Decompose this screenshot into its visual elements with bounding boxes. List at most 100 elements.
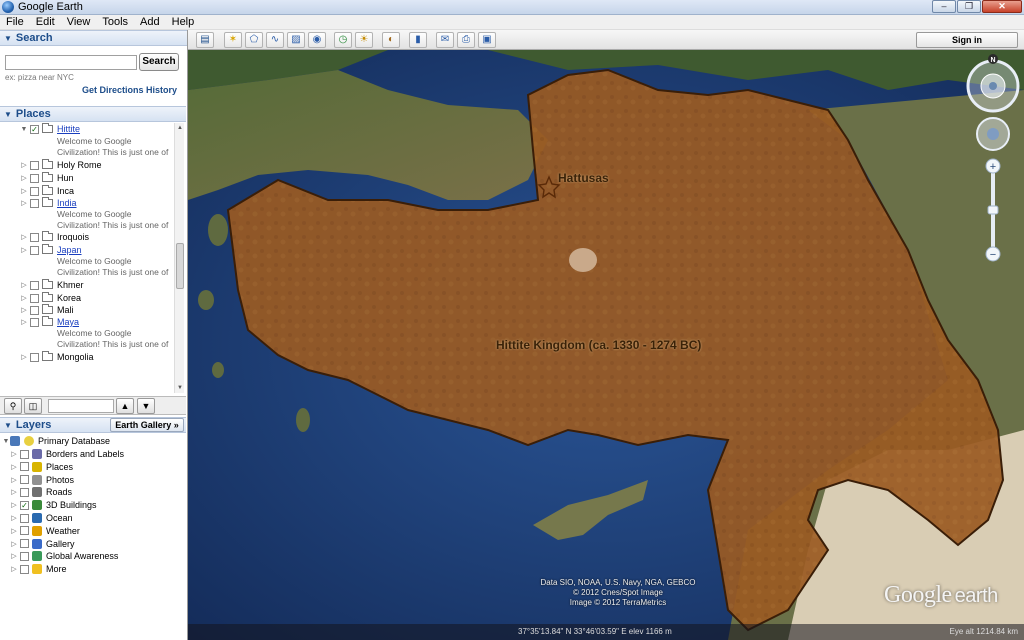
menu-file[interactable]: File [0, 16, 30, 28]
menu-view[interactable]: View [61, 16, 97, 28]
expand-arrow-icon[interactable]: ▼ [20, 126, 28, 133]
expand-arrow-icon[interactable]: ▷ [20, 233, 28, 241]
place-label[interactable]: Khmer [57, 280, 84, 290]
checkbox[interactable] [30, 293, 39, 303]
checkbox[interactable] [20, 475, 29, 485]
checkbox[interactable] [30, 198, 39, 208]
places-filter-input[interactable] [48, 399, 114, 413]
expand-arrow-icon[interactable]: ▷ [20, 353, 28, 361]
expand-arrow-icon[interactable]: ▷ [10, 552, 18, 560]
map-view[interactable]: Hattusas Hittite Kingdom (ca. 1330 - 127… [188, 50, 1024, 640]
checkbox[interactable] [30, 186, 39, 196]
expand-arrow-icon[interactable]: ▷ [20, 199, 28, 207]
kingdom-label[interactable]: Hittite Kingdom (ca. 1330 - 1274 BC) [496, 338, 701, 352]
menu-add[interactable]: Add [134, 16, 166, 28]
layer-item[interactable]: ▷ Photos [10, 474, 74, 486]
layer-item[interactable]: ▷ Places [10, 461, 73, 473]
place-item-mongolia[interactable]: ▷ Mongolia [0, 351, 94, 363]
place-label[interactable]: India [57, 198, 77, 208]
menu-help[interactable]: Help [166, 16, 201, 28]
checkbox[interactable] [30, 232, 39, 242]
toggle-view-button[interactable]: ◫ [24, 398, 42, 414]
print-icon[interactable]: ⎙ [457, 32, 475, 48]
place-label[interactable]: Mongolia [57, 352, 94, 362]
expand-arrow-icon[interactable]: ▷ [10, 514, 18, 522]
layer-item[interactable]: ▷ Gallery [10, 538, 75, 550]
place-item-hittite[interactable]: ▼ ✓ Hittite [0, 123, 80, 135]
expand-arrow-icon[interactable]: ▼ [2, 438, 10, 445]
historical-imagery-icon[interactable]: ◷ [334, 32, 352, 48]
close-button[interactable]: ✕ [982, 0, 1022, 13]
zoom-thumb[interactable] [987, 205, 999, 215]
layer-label[interactable]: Gallery [46, 539, 75, 549]
checkbox[interactable] [20, 449, 29, 459]
move-up-button[interactable]: ▲ [116, 398, 134, 414]
place-item-japan[interactable]: ▷ Japan [0, 244, 82, 256]
place-label[interactable]: Korea [57, 293, 81, 303]
place-item-holy-rome[interactable]: ▷ Holy Rome [0, 159, 102, 171]
search-places-button[interactable]: ⚲ [4, 398, 22, 414]
earth-gallery-button[interactable]: Earth Gallery » [110, 418, 184, 432]
layer-item[interactable]: ▷ Weather [10, 525, 80, 537]
layer-label[interactable]: Places [46, 462, 73, 472]
scroll-up-arrow-icon[interactable]: ▲ [175, 125, 185, 131]
menu-edit[interactable]: Edit [30, 16, 61, 28]
checkbox[interactable] [20, 526, 29, 536]
place-label[interactable]: Inca [57, 186, 74, 196]
sign-in-button[interactable]: Sign in [916, 32, 1018, 48]
layer-item[interactable]: ▷ Ocean [10, 512, 73, 524]
layer-label[interactable]: More [46, 564, 67, 574]
expand-arrow-icon[interactable]: ▷ [10, 501, 18, 509]
place-item-hun[interactable]: ▷ Hun [0, 172, 74, 184]
expand-arrow-icon[interactable]: ▷ [10, 565, 18, 573]
layer-label[interactable]: Roads [46, 487, 72, 497]
checkbox[interactable] [20, 539, 29, 549]
places-scrollbar[interactable]: ▲ ▼ [174, 123, 184, 393]
place-label[interactable]: Iroquois [57, 232, 89, 242]
planets-icon[interactable]: ◐ [382, 32, 400, 48]
place-item-india[interactable]: ▷ India [0, 197, 77, 209]
menu-tools[interactable]: Tools [96, 16, 134, 28]
layer-root[interactable]: ▼ Primary Database [2, 435, 110, 447]
expand-arrow-icon[interactable]: ▷ [20, 161, 28, 169]
checkbox-checked[interactable]: ✓ [30, 124, 39, 134]
minimize-button[interactable]: – [932, 0, 956, 13]
checkbox[interactable] [30, 352, 39, 362]
email-icon[interactable]: ✉ [436, 32, 454, 48]
expand-arrow-icon[interactable]: ▷ [20, 187, 28, 195]
checkbox[interactable] [30, 280, 39, 290]
expand-arrow-icon[interactable]: ▷ [10, 488, 18, 496]
search-panel-header[interactable]: ▼ Search [0, 30, 187, 46]
layer-item[interactable]: ▷ Global Awareness [10, 550, 118, 562]
zoom-slider[interactable]: + − [985, 158, 1001, 264]
expand-arrow-icon[interactable]: ▷ [10, 476, 18, 484]
checkbox[interactable] [20, 487, 29, 497]
place-item-korea[interactable]: ▷ Korea [0, 292, 81, 304]
place-item-iroquois[interactable]: ▷ Iroquois [0, 231, 89, 243]
place-label[interactable]: Holy Rome [57, 160, 102, 170]
layer-item[interactable]: ▷ Roads [10, 486, 72, 498]
layer-label[interactable]: Borders and Labels [46, 449, 124, 459]
expand-arrow-icon[interactable]: ▷ [20, 318, 28, 326]
checkbox[interactable] [30, 317, 39, 327]
place-item-mali[interactable]: ▷ Mali [0, 304, 74, 316]
ruler-icon[interactable]: ▮ [409, 32, 427, 48]
place-item-maya[interactable]: ▷ Maya [0, 316, 79, 328]
sidebar-toggle-icon[interactable]: ▤ [196, 32, 214, 48]
layer-item[interactable]: ▷ ✓ 3D Buildings [10, 499, 97, 511]
place-label[interactable]: Maya [57, 317, 79, 327]
expand-arrow-icon[interactable]: ▷ [20, 246, 28, 254]
expand-arrow-icon[interactable]: ▷ [10, 450, 18, 458]
expand-arrow-icon[interactable]: ▷ [20, 294, 28, 302]
add-path-icon[interactable]: ∿ [266, 32, 284, 48]
scroll-down-arrow-icon[interactable]: ▼ [175, 385, 185, 391]
record-tour-icon[interactable]: ◉ [308, 32, 326, 48]
place-label[interactable]: Hittite [57, 124, 80, 134]
view-in-maps-icon[interactable]: ▣ [478, 32, 496, 48]
checkbox[interactable] [30, 160, 39, 170]
checkbox[interactable] [20, 513, 29, 523]
checkbox[interactable] [30, 305, 39, 315]
layer-label[interactable]: Weather [46, 526, 80, 536]
capital-label[interactable]: Hattusas [558, 171, 609, 185]
checkbox[interactable] [20, 551, 29, 561]
